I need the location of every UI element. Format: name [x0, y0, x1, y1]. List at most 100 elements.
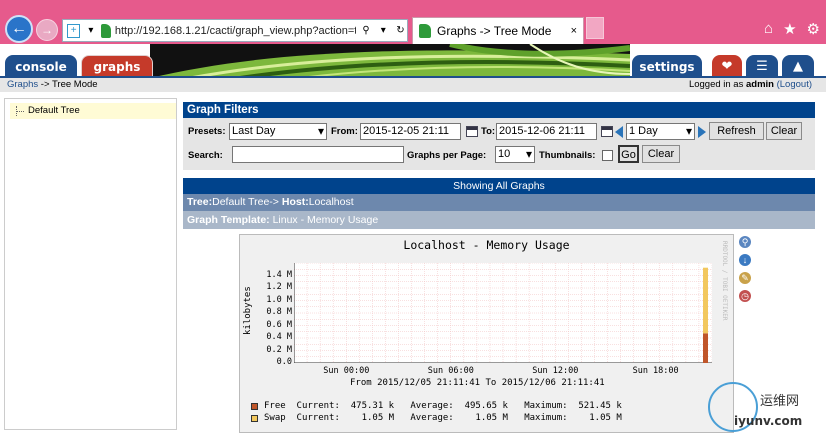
per-page-label: Graphs per Page:	[407, 150, 487, 161]
search-label: Search:	[188, 150, 223, 161]
tree-item-default[interactable]: Default Tree	[10, 103, 176, 119]
graph-template-header: Graph Template: Linux - Memory Usage	[183, 211, 815, 229]
tab-settings[interactable]: settings	[632, 55, 702, 78]
y-tick-label: 1.2 M	[266, 282, 292, 292]
x-tick-label: Sun 12:00	[532, 366, 579, 376]
star-icon[interactable]: ★	[783, 20, 796, 38]
x-tick-label: Sun 06:00	[427, 366, 474, 376]
calendar-icon[interactable]	[466, 126, 478, 137]
from-label: From:	[331, 126, 358, 137]
list-icon: ☰	[756, 59, 768, 74]
home-icon[interactable]: ⌂	[764, 20, 773, 38]
series-swap-area	[703, 267, 708, 334]
back-arrow-icon[interactable]: ←	[5, 15, 33, 43]
zoom-icon[interactable]: ⚲	[739, 236, 751, 248]
site-icon	[101, 23, 111, 38]
filter-title: Graph Filters	[183, 102, 815, 118]
y-tick-label: 0.8 M	[266, 307, 292, 317]
export-icon[interactable]: ↓	[739, 254, 751, 266]
legend-row-swap: Swap Current: 1.05 M Average: 1.05 M Max…	[264, 413, 622, 423]
dropdown-icon[interactable]: ▾	[377, 24, 390, 38]
tree-host-header: Tree:Default Tree-> Host:Localhost	[183, 194, 815, 211]
presets-label: Presets:	[188, 126, 226, 137]
list-view-button[interactable]: ☰	[746, 55, 778, 78]
thumbnails-label: Thumbnails:	[539, 150, 596, 161]
new-tab-button[interactable]	[586, 17, 604, 39]
timespan-select[interactable]: 1 Day	[626, 123, 695, 140]
tree-pane: Default Tree	[4, 98, 177, 430]
memory-usage-graph[interactable]: Localhost - Memory Usage kilobytes RRDTO…	[239, 234, 734, 433]
browser-icons: ⌂ ★ ⚙	[764, 20, 820, 38]
tab-console[interactable]: console	[5, 55, 77, 78]
showing-header: Showing All Graphs	[183, 178, 815, 194]
legend-swatch-swap	[251, 415, 258, 422]
time-icon[interactable]: ◷	[739, 290, 751, 302]
watermark-en: iyunv.com	[734, 414, 803, 428]
y-tick-label: 1.0 M	[266, 294, 292, 305]
browser-toolbar: ← → + ▾ http://192.168.1.21/cacti/graph_…	[0, 0, 826, 44]
series-free-area	[703, 333, 708, 363]
search-input[interactable]	[232, 146, 404, 163]
plot-area	[294, 263, 712, 363]
preview-view-button[interactable]: ▲	[782, 55, 814, 78]
graph-range-text: From 2015/12/05 21:11:41 To 2015/12/06 2…	[350, 378, 605, 388]
tree-branch-icon	[16, 106, 25, 116]
browser-tab[interactable]: Graphs -> Tree Mode ×	[412, 17, 584, 44]
tab-title: Graphs -> Tree Mode	[437, 24, 552, 38]
legend-swatch-free	[251, 403, 258, 410]
to-date-input[interactable]: 2015-12-06 21:11	[496, 123, 597, 140]
go-button[interactable]: Go	[618, 145, 639, 163]
url-text[interactable]: http://192.168.1.21/cacti/graph_view.php…	[115, 25, 356, 37]
rrdtool-credit: RRDTOOL / TOBI OETIKER	[721, 241, 728, 321]
to-label: To:	[481, 126, 496, 137]
tree-view-button[interactable]: ❤	[712, 55, 742, 78]
close-icon[interactable]: ×	[571, 25, 577, 37]
calendar-icon[interactable]	[601, 126, 613, 137]
legend-row-free: Free Current: 475.31 k Average: 495.65 k…	[264, 401, 622, 411]
address-bar[interactable]: + ▾ http://192.168.1.21/cacti/graph_view…	[62, 19, 408, 42]
shift-left-icon[interactable]	[615, 126, 623, 138]
x-tick-label: Sun 18:00	[632, 366, 679, 376]
watermark: 运维网 iyunv.com	[700, 380, 826, 435]
refresh-icon[interactable]: ↻	[394, 24, 407, 38]
plot-marks	[703, 267, 708, 363]
plot-grid	[294, 263, 712, 363]
chart-title: Localhost - Memory Usage	[403, 238, 570, 252]
from-date-input[interactable]: 2015-12-05 21:11	[360, 123, 461, 140]
forward-arrow-icon[interactable]: →	[36, 19, 58, 41]
x-tick-label: Sun 00:00	[323, 366, 370, 376]
login-status: Logged in as admin (Logout)	[688, 79, 812, 90]
y-tick-label: 0.2 M	[266, 344, 292, 355]
gear-icon[interactable]: ⚙	[807, 20, 820, 38]
breadcrumb-current: -> Tree Mode	[38, 79, 98, 90]
tab-graphs[interactable]: graphs	[81, 55, 153, 78]
watermark-cn: 运维网	[760, 394, 800, 409]
shift-right-icon[interactable]	[698, 126, 706, 138]
per-page-select[interactable]: 10	[495, 146, 535, 163]
logout-link[interactable]: (Logout)	[777, 79, 812, 90]
site-icon	[419, 24, 431, 38]
y-axis-label: kilobytes	[243, 286, 253, 335]
y-tick-label: 0.6 M	[266, 319, 292, 330]
mountain-icon: ▲	[793, 59, 803, 74]
username: admin	[745, 79, 774, 90]
y-tick-label: 1.4 M	[266, 269, 292, 280]
header-banner	[150, 44, 630, 78]
add-page-icon[interactable]: +	[67, 23, 81, 38]
breadcrumb-graphs-link[interactable]: Graphs	[7, 79, 38, 90]
y-tick-label: 0.0	[276, 357, 292, 367]
refresh-button[interactable]: Refresh	[709, 122, 764, 140]
breadcrumb: Graphs -> Tree Mode	[7, 78, 98, 92]
thumbnails-checkbox[interactable]	[602, 150, 613, 161]
presets-select[interactable]: Last Day	[229, 123, 327, 140]
clear-button[interactable]: Clear	[766, 122, 802, 140]
dropdown-icon[interactable]: ▾	[84, 24, 97, 38]
shield-icon: ❤	[721, 59, 733, 74]
clear-search-button[interactable]: Clear	[642, 145, 680, 163]
graph-actions: ⚲ ↓ ✎ ◷	[739, 236, 753, 308]
properties-icon[interactable]: ✎	[739, 272, 751, 284]
search-icon[interactable]: ⚲	[360, 24, 373, 38]
tree-item-label: Default Tree	[28, 105, 80, 116]
breadcrumb-bar: Graphs -> Tree Mode Logged in as admin (…	[0, 78, 826, 92]
filter-box: Presets: Last Day From: 2015-12-05 21:11…	[183, 118, 815, 170]
